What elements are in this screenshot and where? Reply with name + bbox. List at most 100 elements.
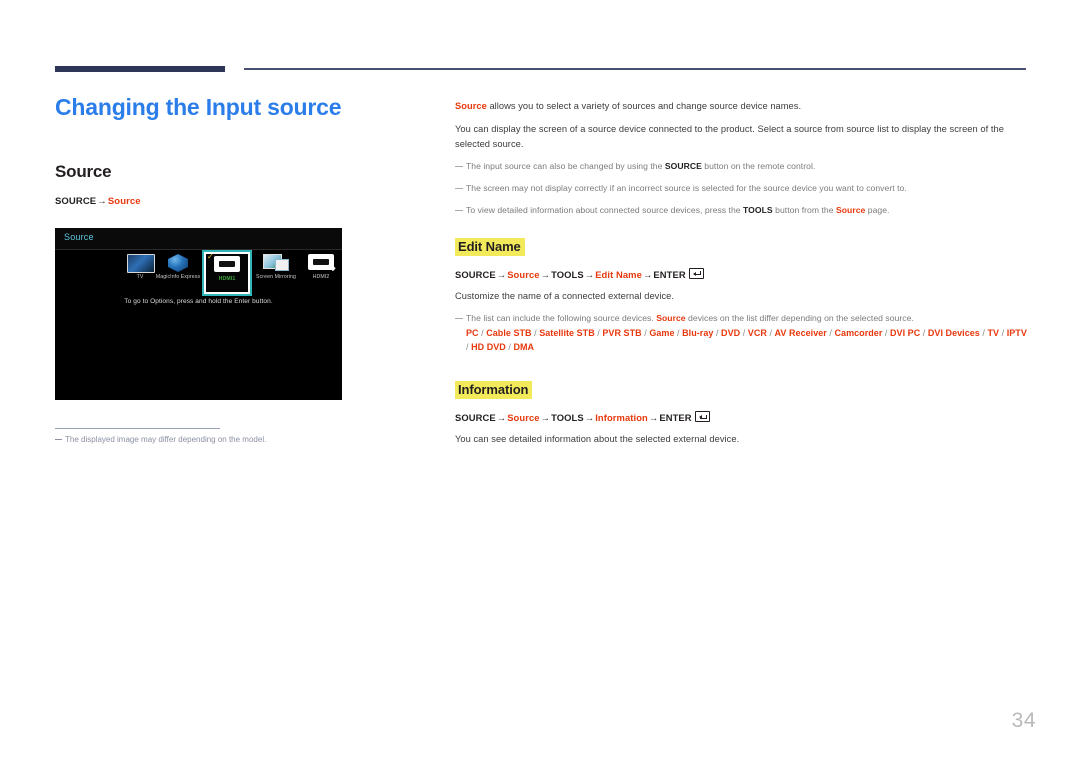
device-name: DVD — [721, 328, 741, 339]
hdmi-port-icon — [308, 254, 334, 272]
tv-titlebar: Source — [55, 228, 342, 250]
chevron-right-icon[interactable]: › — [331, 260, 336, 274]
tv-source-item-label: Screen Mirroring — [256, 274, 296, 280]
path-tools: TOOLS — [551, 268, 584, 280]
intro-accent-term: Source — [455, 101, 487, 111]
magicinfo-cube-icon — [165, 254, 191, 272]
note3-text-c: button from the — [772, 205, 836, 215]
note3-text-a: To view detailed information about conne… — [466, 205, 744, 215]
path-tools: TOOLS — [551, 412, 584, 424]
device-separator: / — [740, 328, 748, 339]
edit-name-heading: Edit Name — [455, 237, 525, 256]
hdmi-port-icon — [214, 256, 240, 274]
header-accent-bar — [55, 66, 225, 72]
device-name: PC — [466, 328, 479, 339]
note-dash-icon — [455, 210, 463, 211]
edit-name-menu-path: SOURCE→Source→TOOLS→Edit Name→ENTER — [455, 267, 1027, 280]
tv-source-screenshot: Source TV MagicInfo Express ✓ HDMI1 Scre… — [55, 228, 342, 400]
path-arrow-icon: → — [584, 412, 595, 424]
path-arrow-icon: → — [496, 412, 507, 424]
path-step-source-sub: Source — [107, 195, 141, 207]
path-source: SOURCE — [455, 268, 496, 280]
edit-note-source-term: Source — [656, 313, 686, 324]
path-arrow-icon: → — [496, 268, 507, 280]
tv-source-item-magicinfo[interactable]: MagicInfo Express — [155, 250, 201, 294]
device-name: DVI Devices — [927, 328, 980, 339]
device-name: Satellite STB — [539, 328, 595, 339]
path-source-sub: Source — [507, 268, 540, 280]
path-enter: ENTER — [659, 412, 692, 424]
footnote-dash-icon — [55, 439, 62, 441]
device-separator: / — [674, 328, 683, 339]
note1-text-c: button on the remote control. — [701, 161, 816, 172]
path-arrow-icon: → — [97, 195, 107, 207]
note1-text-a: The input source can also be changed by … — [466, 161, 665, 172]
device-name: Camcorder — [834, 328, 883, 339]
device-name: DVI PC — [890, 328, 921, 339]
device-name: Blu-ray — [682, 328, 714, 339]
supported-device-list: PC / Cable STB / Satellite STB / PVR STB… — [466, 327, 1027, 355]
path-arrow-icon: → — [540, 268, 551, 280]
page-title: Changing the Input source — [55, 94, 342, 120]
tv-source-item-label: HDMI1 — [218, 276, 236, 282]
information-heading: Information — [455, 381, 533, 400]
section-title-source: Source — [55, 161, 112, 181]
intro-paragraph: Source allows you to select a variety of… — [455, 99, 1027, 113]
information-description: You can see detailed information about t… — [455, 434, 740, 445]
device-name: VCR — [747, 328, 767, 339]
path-enter: ENTER — [653, 268, 686, 280]
page-number: 34 — [1011, 709, 1036, 732]
device-name: Cable STB — [486, 328, 532, 339]
enter-key-icon — [694, 411, 710, 423]
image-footnote: The displayed image may differ depending… — [55, 434, 395, 446]
enter-key-icon — [688, 267, 704, 279]
intro-rest-text: allows you to select a variety of source… — [486, 101, 802, 111]
note3-source-term: Source — [835, 205, 866, 215]
path-arrow-icon: → — [540, 412, 551, 424]
edit-name-description: Customize the name of a connected extern… — [455, 290, 675, 301]
note-remote-control: The input source can also be changed by … — [455, 160, 1027, 173]
path-step-source: SOURCE — [55, 195, 97, 207]
tv-icon — [127, 254, 155, 273]
device-separator: / — [999, 328, 1007, 339]
note-incorrect-source: The screen may not display correctly if … — [455, 182, 1027, 195]
device-name: TV — [987, 328, 1000, 339]
screen-mirroring-icon — [263, 254, 289, 272]
menu-path-source: SOURCE→Source — [55, 182, 400, 207]
edit-name-note: The list can include the following sourc… — [455, 312, 1027, 355]
edit-note-text-a: The list can include the following sourc… — [466, 313, 657, 324]
device-name: IPTV — [1006, 328, 1027, 339]
right-column: Source allows you to select a variety of… — [455, 99, 1027, 455]
device-name: Game — [649, 328, 675, 339]
device-name: HD DVD — [471, 342, 506, 353]
note-dash-icon — [455, 318, 463, 320]
path-information: Information — [595, 412, 648, 424]
device-separator: / — [882, 328, 890, 339]
tv-hint-text: To go to Options, press and hold the Ent… — [124, 298, 273, 305]
path-arrow-icon: → — [584, 268, 595, 280]
path-source: SOURCE — [455, 412, 496, 424]
footnote-text: The displayed image may differ depending… — [65, 435, 267, 444]
note1-source-key: SOURCE — [664, 161, 702, 172]
tv-source-item-hdmi1[interactable]: ✓ HDMI1 — [202, 250, 252, 296]
edit-name-section: Edit Name SOURCE→Source→TOOLS→Edit Name→… — [455, 237, 1027, 355]
footnote-divider — [55, 428, 220, 429]
edit-note-text-c: devices on the list differ depending on … — [685, 313, 914, 324]
note2-text: The screen may not display correctly if … — [466, 183, 907, 194]
note-dash-icon — [455, 188, 463, 190]
description-paragraph: You can display the screen of a source d… — [455, 124, 1004, 149]
information-menu-path: SOURCE→Source→TOOLS→Information→ENTER — [455, 411, 1027, 423]
tv-source-item-label: HDMI2 — [312, 274, 330, 280]
information-section: Information SOURCE→Source→TOOLS→Informat… — [455, 381, 1027, 446]
tv-source-item-label: MagicInfo Express — [155, 274, 201, 280]
device-name: AV Receiver — [774, 328, 827, 339]
path-edit-name: Edit Name — [595, 268, 642, 280]
note3-tools-key: TOOLS — [743, 205, 773, 215]
tv-source-item-screen-mirroring[interactable]: Screen Mirroring — [253, 250, 299, 294]
device-separator: / — [713, 328, 722, 339]
device-name: PVR STB — [602, 328, 642, 339]
note3-text-e: page. — [865, 205, 890, 215]
header-rule-line — [244, 68, 1026, 70]
tv-title-label: Source — [64, 232, 94, 242]
left-column: Changing the Input source Source SOURCE→… — [55, 94, 400, 207]
